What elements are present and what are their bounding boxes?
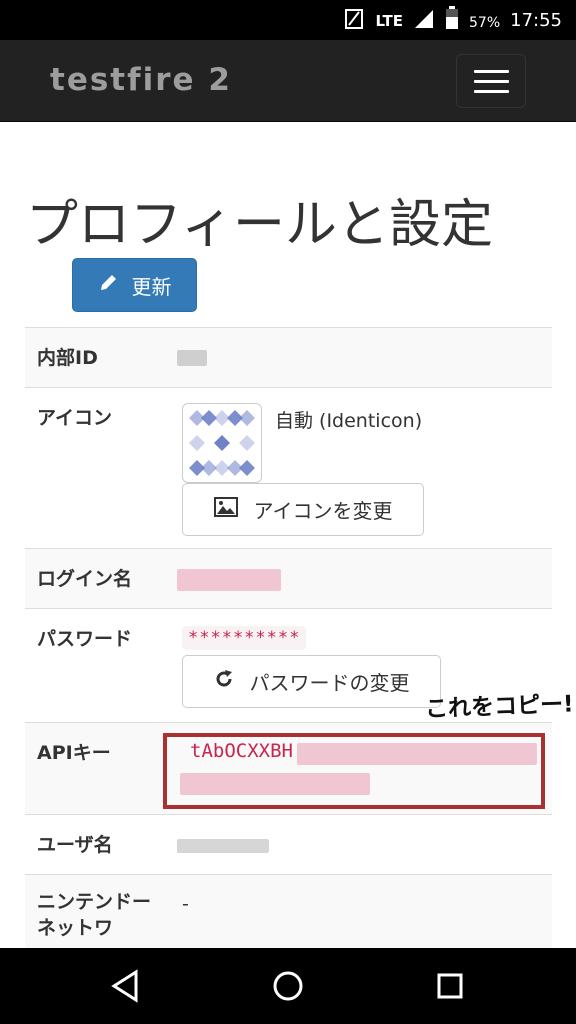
redacted-value xyxy=(180,773,370,795)
network-type: LTE xyxy=(375,11,403,30)
change-password-label: パスワードの変更 xyxy=(249,671,410,695)
app-navbar: testfire 2 xyxy=(0,40,576,122)
update-button-label: 更新 xyxy=(131,274,172,299)
vibrate-icon xyxy=(343,7,365,34)
avatar xyxy=(182,403,262,483)
table-row: 内部ID xyxy=(25,328,552,388)
change-password-button[interactable]: パスワードの変更 xyxy=(182,655,441,708)
signal-icon xyxy=(413,7,435,34)
refresh-icon xyxy=(214,669,234,694)
row-label: ニンテンドーネットワ xyxy=(37,891,152,939)
back-icon xyxy=(111,969,138,1003)
system-nav-bar xyxy=(0,948,576,1024)
table-row: ニンテンドーネットワ - xyxy=(25,875,552,948)
redacted-value xyxy=(177,350,207,366)
row-label: ログイン名 xyxy=(37,568,133,590)
menu-toggle-button[interactable] xyxy=(456,54,526,108)
row-label: 内部ID xyxy=(37,347,98,369)
table-row: ユーザ名 xyxy=(25,815,552,875)
home-button[interactable] xyxy=(270,968,306,1004)
copy-annotation: これをコピー! xyxy=(424,691,575,723)
icon-type: 自動 (Identicon) xyxy=(275,410,423,432)
change-icon-label: アイコンを変更 xyxy=(253,499,393,523)
image-icon xyxy=(213,497,238,522)
change-icon-button[interactable]: アイコンを変更 xyxy=(182,483,424,536)
row-label: ユーザ名 xyxy=(37,834,113,856)
home-icon xyxy=(273,971,303,1001)
api-key-value[interactable]: tAbOCXXBH xyxy=(190,740,293,762)
hamburger-icon xyxy=(474,70,509,73)
update-button[interactable]: 更新 xyxy=(72,258,197,312)
status-bar: LTE 57% 17:55 xyxy=(0,0,576,40)
battery-icon xyxy=(445,6,459,35)
main-content: プロフィールと設定 更新 内部ID アイコン 自動 (Identicon) アイ… xyxy=(0,122,576,948)
redacted-value xyxy=(177,569,281,591)
table-row: アイコン 自動 (Identicon) アイコンを変更 xyxy=(25,388,552,549)
row-label: パスワード xyxy=(37,628,133,650)
table-row: APIキー tAbOCXXBH xyxy=(25,723,552,815)
clock: 17:55 xyxy=(510,10,562,31)
redacted-value xyxy=(297,743,537,765)
recents-button[interactable] xyxy=(432,968,468,1004)
back-button[interactable] xyxy=(108,968,144,1004)
profile-table: 内部ID アイコン 自動 (Identicon) アイコンを変更 ログイン名 パ… xyxy=(25,327,552,948)
row-label: APIキー xyxy=(37,742,111,764)
recents-icon xyxy=(437,973,463,999)
pencil-icon xyxy=(98,273,118,298)
password-mask: ********** xyxy=(182,626,307,650)
table-row: ログイン名 xyxy=(25,549,552,609)
page-title: プロフィールと設定 xyxy=(26,195,493,255)
battery-percent: 57% xyxy=(469,14,501,31)
brand-logo[interactable]: testfire 2 xyxy=(50,62,232,98)
row-label: アイコン xyxy=(37,407,113,429)
nintendo-network-value: - xyxy=(182,893,189,915)
redacted-value xyxy=(177,839,269,853)
